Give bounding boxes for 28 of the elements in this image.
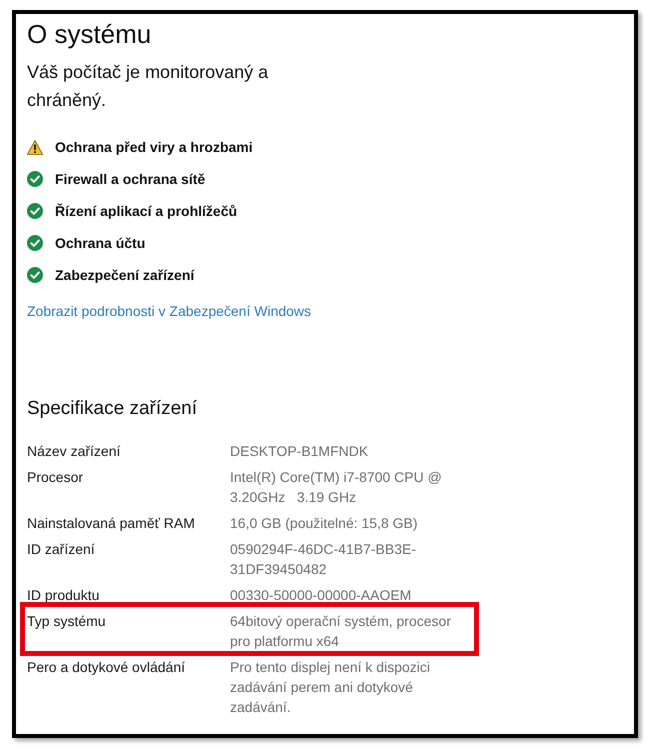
check-circle-icon bbox=[27, 235, 43, 251]
spec-label: ID produktu bbox=[27, 586, 100, 605]
spec-value: 64bitový operační systém, procesor pro platformu x64 bbox=[230, 612, 452, 651]
spec-value: Intel(R) Core(TM) i7-8700 CPU @ 3.20GHz 3.19 GHz bbox=[230, 468, 443, 507]
check-circle-icon bbox=[27, 267, 43, 283]
status-summary: Váš počítač je monitorovaný a chráněný. bbox=[27, 61, 270, 112]
details-link[interactable]: Zobrazit podrobnosti v Zabezpečení Windows bbox=[27, 301, 312, 321]
spec-value: DESKTOP-B1MFNDK bbox=[230, 442, 370, 461]
spec-label: Pero a dotykové ovládání bbox=[27, 658, 186, 677]
spec-label: Nainstalovaná paměť RAM bbox=[27, 514, 196, 533]
page-title: O systému bbox=[27, 18, 152, 50]
protection-status-label: Ochrana před viry a hrozbami bbox=[55, 138, 253, 157]
spec-label: ID zařízení bbox=[27, 540, 96, 559]
spec-label: Procesor bbox=[27, 468, 84, 487]
section-title: Specifikace zařízení bbox=[27, 397, 198, 421]
spec-label: Název zařízení bbox=[27, 442, 122, 461]
protection-status-label: Firewall a ochrana sítě bbox=[55, 170, 206, 188]
warning-icon bbox=[27, 140, 43, 154]
protection-status-label: Zabezpečení zařízení bbox=[55, 266, 194, 285]
spec-value: Pro tento displej není k dispozici zadávání perem ani dotykové zadávání. bbox=[230, 658, 431, 717]
protection-status-label: Ochrana účtu bbox=[55, 234, 146, 252]
spec-value: 00330-50000-00000-AAOEM bbox=[230, 586, 412, 605]
spec-value: 0590294F-46DC-41B7-BB3E-31DF39450482 bbox=[230, 540, 417, 579]
protection-status-label: Řízení aplikací a prohlížečů bbox=[55, 202, 238, 221]
spec-label: Typ systému bbox=[27, 612, 107, 631]
spec-value: 16,0 GB (použitelné: 15,8 GB) bbox=[230, 514, 419, 533]
check-circle-icon bbox=[27, 171, 43, 187]
check-circle-icon bbox=[27, 203, 43, 219]
